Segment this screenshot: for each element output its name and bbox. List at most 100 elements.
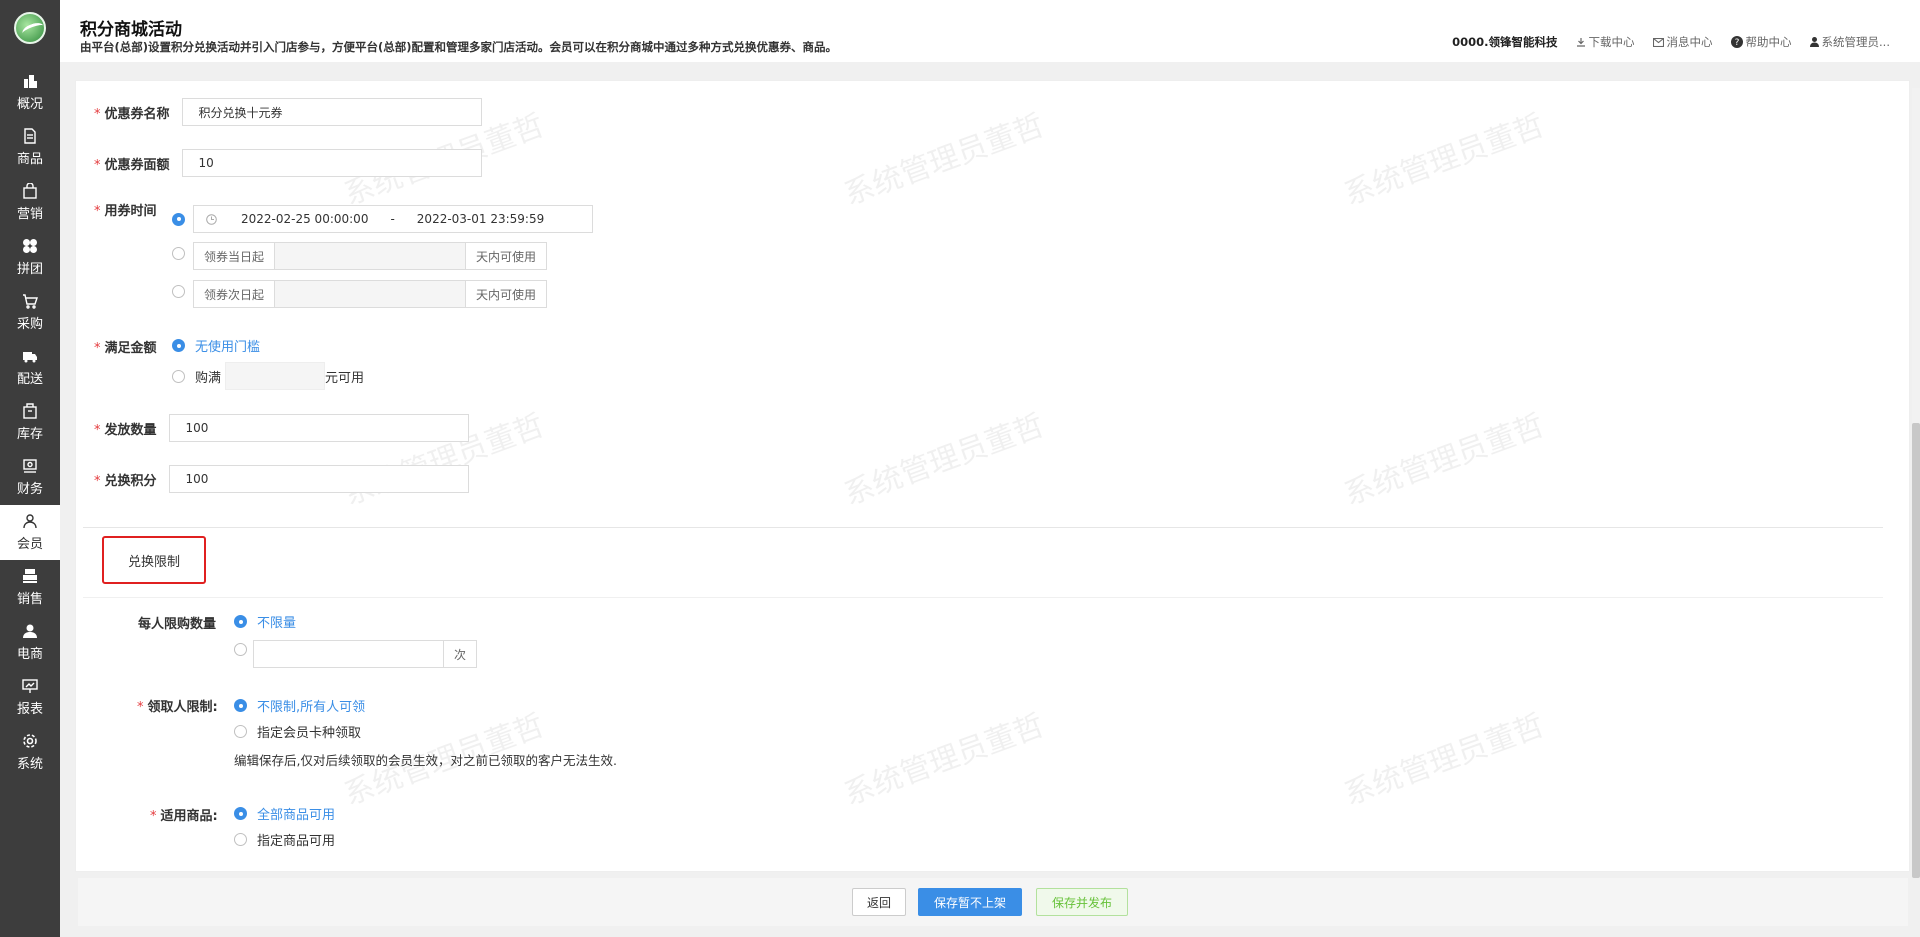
header: 积分商城活动 由平台(总部)设置积分兑换活动并引入门店参与，方便平台(总部)配置… <box>60 0 1920 62</box>
money-icon <box>23 459 37 473</box>
per-person-row: 每人限购数量 <box>138 613 216 632</box>
sidebar-item-label: 营销 <box>16 207 43 222</box>
coupon-value-input[interactable]: 10 <box>181 149 482 177</box>
user-icon <box>23 514 37 529</box>
download-center-link[interactable]: 下载中心 <box>1576 34 1635 50</box>
per-person-label: 每人限购数量 <box>138 617 217 632</box>
coupon-name-label: * 优惠券名称 <box>94 106 170 122</box>
receiver-any-label: 不限制,所有人可领 <box>257 700 366 715</box>
scrollbar-thumb[interactable] <box>1912 423 1920 878</box>
user-name: 系统管理员... <box>1821 35 1890 49</box>
next-day-prefix: 领券次日起 <box>193 280 276 308</box>
next-day-days-input[interactable] <box>275 280 466 308</box>
same-day-option: 领券当日起 天内可使用 <box>172 242 548 270</box>
sidebar-item-label: 系统 <box>16 757 43 772</box>
scrollbar[interactable] <box>1912 88 1920 878</box>
help-icon: ? <box>1730 36 1743 48</box>
date-range-picker[interactable]: 2022-02-25 00:00:00 - 2022-03-01 23:59:5… <box>193 205 593 233</box>
use-time-range-radio[interactable] <box>172 212 185 226</box>
goods-label: * 适用商品: <box>150 809 218 824</box>
no-threshold-radio[interactable] <box>172 339 185 352</box>
receiver-card-option[interactable]: 指定会员卡种领取 <box>234 722 361 741</box>
quantity-input[interactable]: 100 <box>168 414 469 442</box>
sidebar-item-label: 销售 <box>16 592 43 607</box>
times-suffix: 次 <box>443 640 478 668</box>
coupon-value-row: * 优惠券面额 10 <box>94 149 482 177</box>
download-icon <box>1576 38 1585 47</box>
goods-all-radio[interactable] <box>234 807 247 820</box>
unlimited-radio[interactable] <box>234 615 247 628</box>
save-publish-button[interactable]: 保存并发布 <box>1036 888 1128 916</box>
help-center-label: 帮助中心 <box>1745 35 1792 49</box>
message-center-link[interactable]: 消息中心 <box>1652 34 1713 50</box>
quantity-label: * 发放数量 <box>94 422 157 438</box>
sidebar-item-reports[interactable]: 报表 <box>0 670 60 725</box>
sidebar-item-member[interactable]: 会员 <box>0 505 60 560</box>
no-threshold-option[interactable]: 无使用门槛 <box>172 336 260 355</box>
sidebar-item-inventory[interactable]: 库存 <box>0 395 60 450</box>
per-person-count-input[interactable] <box>253 640 443 668</box>
next-day-radio[interactable] <box>172 284 185 298</box>
building-icon <box>24 75 37 88</box>
receiver-label: * 领取人限制: <box>137 700 218 715</box>
save-unpublished-button[interactable]: 保存暂不上架 <box>918 888 1022 916</box>
mail-icon <box>1652 37 1664 47</box>
full-amount-radio[interactable] <box>172 369 185 383</box>
back-button[interactable]: 返回 <box>852 888 906 916</box>
coupon-name-input[interactable]: 积分兑换十元券 <box>181 98 482 126</box>
sidebar-item-overview[interactable]: 概况 <box>0 65 60 120</box>
sidebar-item-purchase[interactable]: 采购 <box>0 285 60 340</box>
no-threshold-label: 无使用门槛 <box>195 340 261 355</box>
user-icon <box>1809 37 1819 47</box>
limited-radio[interactable] <box>234 642 247 656</box>
goods-specific-option[interactable]: 指定商品可用 <box>234 830 335 849</box>
sidebar-item-label: 商品 <box>16 152 43 167</box>
unlimited-option[interactable]: 不限量 <box>234 612 296 631</box>
section-divider <box>83 527 1883 528</box>
sidebar-item-sales[interactable]: 销售 <box>0 560 60 615</box>
receiver-any-option[interactable]: 不限制,所有人可领 <box>234 696 365 715</box>
logo-icon <box>14 12 46 44</box>
page-description: 由平台(总部)设置积分兑换活动并引入门店参与，方便平台(总部)配置和管理多家门店… <box>80 40 838 54</box>
coupon-value-label: * 优惠券面额 <box>94 157 170 173</box>
presentation-icon <box>22 679 38 693</box>
next-day-suffix: 天内可使用 <box>465 280 548 308</box>
use-time-row: * 用券时间 <box>94 200 157 219</box>
sidebar-item-groupbuy[interactable]: 拼团 <box>0 230 60 285</box>
sidebar-item-marketing[interactable]: 营销 <box>0 175 60 230</box>
document-icon <box>24 128 36 144</box>
cart-icon <box>23 294 38 309</box>
sidebar-item-finance[interactable]: 财务 <box>0 450 60 505</box>
top-toolbar: 0000.领锋智能科技 下载中心 消息中心 ? 帮助中心 系统管理员... <box>1452 34 1890 50</box>
sidebar-item-delivery[interactable]: 配送 <box>0 340 60 395</box>
sidebar-item-ecommerce[interactable]: 电商 <box>0 615 60 670</box>
sidebar-item-goods[interactable]: 商品 <box>0 120 60 175</box>
clock-icon <box>206 213 217 225</box>
use-time-range-option: 2022-02-25 00:00:00 - 2022-03-01 23:59:5… <box>172 205 593 233</box>
goods-specific-radio[interactable] <box>234 833 247 846</box>
sidebar-item-label: 拼团 <box>16 262 43 277</box>
company-name: 0000.领锋智能科技 <box>1452 35 1558 49</box>
sidebar-item-label: 电商 <box>16 647 43 662</box>
receiver-card-radio[interactable] <box>234 725 247 738</box>
next-day-option: 领券次日起 天内可使用 <box>172 280 548 308</box>
help-center-link[interactable]: ? 帮助中心 <box>1730 34 1792 50</box>
tab-exchange-limit[interactable]: 兑换限制 <box>102 536 206 584</box>
bag-icon <box>23 183 37 199</box>
gear-icon <box>23 734 37 748</box>
goods-all-option[interactable]: 全部商品可用 <box>234 804 335 823</box>
same-day-radio[interactable] <box>172 246 185 260</box>
truck-icon <box>23 352 37 363</box>
sidebar-item-label: 财务 <box>16 482 43 497</box>
receiver-any-radio[interactable] <box>234 699 247 712</box>
use-time-label: * 用券时间 <box>94 204 157 219</box>
sidebar-item-system[interactable]: 系统 <box>0 725 60 780</box>
svg-text:?: ? <box>1734 38 1739 48</box>
points-input[interactable]: 100 <box>168 465 469 493</box>
user-menu[interactable]: 系统管理员... <box>1809 34 1890 50</box>
same-day-suffix: 天内可使用 <box>465 242 548 270</box>
same-day-days-input[interactable] <box>275 242 466 270</box>
full-amount-input[interactable] <box>225 362 326 390</box>
goods-row: * 适用商品: <box>150 805 218 824</box>
app-logo[interactable] <box>0 0 60 56</box>
